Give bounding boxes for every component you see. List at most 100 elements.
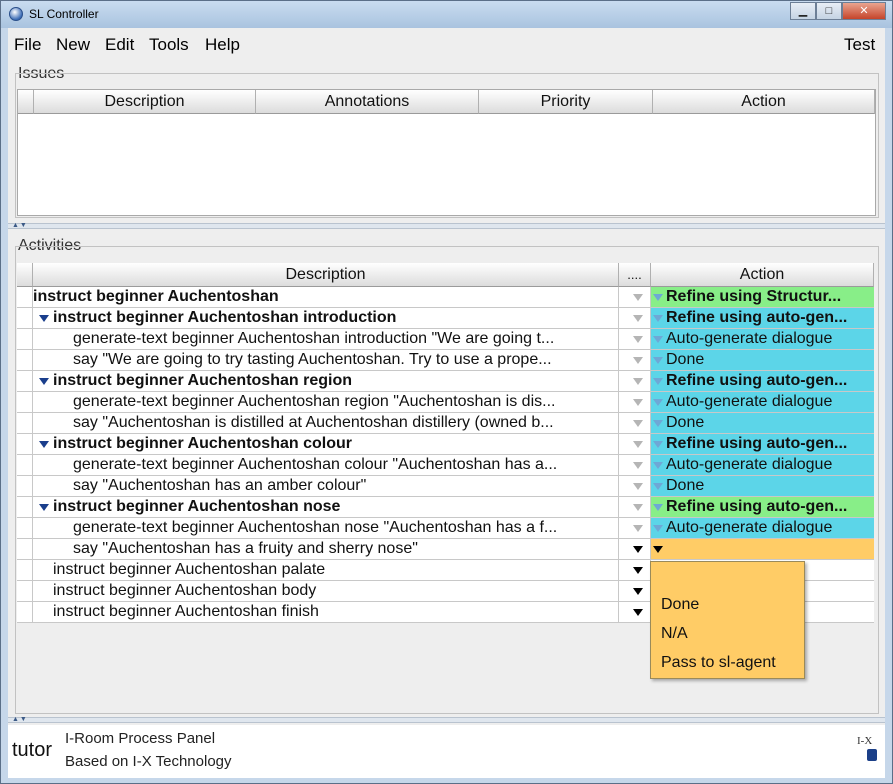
dropdown-arrow-icon[interactable] bbox=[633, 336, 643, 343]
activity-description-cell[interactable]: say "We are going to try tasting Auchent… bbox=[33, 350, 619, 371]
dropdown-arrow-icon[interactable] bbox=[633, 588, 643, 595]
activity-row[interactable]: generate-text beginner Auchentoshan colo… bbox=[17, 455, 874, 476]
dropdown-arrow-icon[interactable] bbox=[633, 504, 643, 511]
dropdown-arrow-icon[interactable] bbox=[633, 441, 643, 448]
expand-triangle-icon[interactable] bbox=[39, 504, 49, 511]
activity-action-cell[interactable]: Auto-generate dialogue bbox=[651, 455, 874, 476]
menu-test[interactable]: Test bbox=[844, 35, 875, 55]
action-dropdown-arrow-icon[interactable] bbox=[653, 546, 663, 553]
split-divider-bottom[interactable]: ▲▼ bbox=[8, 716, 885, 723]
dropdown-arrow-icon[interactable] bbox=[633, 357, 643, 364]
annotation-dropdown-cell[interactable] bbox=[619, 287, 651, 308]
annotation-dropdown-cell[interactable] bbox=[619, 560, 651, 581]
activity-row[interactable]: generate-text beginner Auchentoshan regi… bbox=[17, 392, 874, 413]
title-bar[interactable]: SL Controller ▁ □ ✕ bbox=[1, 1, 892, 28]
action-dropdown-arrow-icon[interactable] bbox=[653, 357, 663, 364]
expand-triangle-icon[interactable] bbox=[39, 441, 49, 448]
dropdown-arrow-icon[interactable] bbox=[633, 525, 643, 532]
activity-description-cell[interactable]: instruct beginner Auchentoshan colour bbox=[33, 434, 619, 455]
annotation-dropdown-cell[interactable] bbox=[619, 371, 651, 392]
issues-table[interactable]: Description Annotations Priority Action bbox=[17, 89, 876, 216]
annotation-dropdown-cell[interactable] bbox=[619, 476, 651, 497]
minimize-button[interactable]: ▁ bbox=[790, 2, 816, 20]
activity-row[interactable]: say "We are going to try tasting Auchent… bbox=[17, 350, 874, 371]
issues-header-priority[interactable]: Priority bbox=[479, 90, 653, 114]
activity-description-cell[interactable]: say "Auchentoshan is distilled at Auchen… bbox=[33, 413, 619, 434]
activity-row[interactable]: generate-text beginner Auchentoshan nose… bbox=[17, 518, 874, 539]
activity-description-cell[interactable]: instruct beginner Auchentoshan introduct… bbox=[33, 308, 619, 329]
activity-action-cell[interactable]: Auto-generate dialogue bbox=[651, 329, 874, 350]
action-dropdown-arrow-icon[interactable] bbox=[653, 483, 663, 490]
activity-row[interactable]: say "Auchentoshan is distilled at Auchen… bbox=[17, 413, 874, 434]
menu-edit[interactable]: Edit bbox=[105, 35, 134, 55]
split-divider-top[interactable]: ▲▼ bbox=[8, 222, 885, 229]
close-button[interactable]: ✕ bbox=[842, 2, 886, 20]
action-dropdown-menu[interactable]: Done N/A Pass to sl-agent bbox=[650, 561, 805, 679]
activity-description-cell[interactable]: instruct beginner Auchentoshan nose bbox=[33, 497, 619, 518]
activity-row[interactable]: instruct beginner Auchentoshan region Ref… bbox=[17, 371, 874, 392]
activity-description-cell[interactable]: instruct beginner Auchentoshan bbox=[33, 287, 619, 308]
activity-row[interactable]: instruct beginner Auchentoshan Refine usi… bbox=[17, 287, 874, 308]
action-dropdown-arrow-icon[interactable] bbox=[653, 336, 663, 343]
annotation-dropdown-cell[interactable] bbox=[619, 602, 651, 623]
activity-row[interactable]: say "Auchentoshan has an amber colour" Do… bbox=[17, 476, 874, 497]
activity-action-cell[interactable]: Auto-generate dialogue bbox=[651, 518, 874, 539]
activity-action-cell[interactable]: Refine using auto-gen... bbox=[651, 308, 874, 329]
annotation-dropdown-cell[interactable] bbox=[619, 392, 651, 413]
action-dropdown-arrow-icon[interactable] bbox=[653, 504, 663, 511]
activity-description-cell[interactable]: instruct beginner Auchentoshan palate bbox=[33, 560, 619, 581]
activity-row[interactable]: instruct beginner Auchentoshan introduct… bbox=[17, 308, 874, 329]
activity-action-cell[interactable]: Refine using auto-gen... bbox=[651, 497, 874, 518]
dropdown-arrow-icon[interactable] bbox=[633, 315, 643, 322]
issues-header-description[interactable]: Description bbox=[34, 90, 256, 114]
dropdown-arrow-icon[interactable] bbox=[633, 462, 643, 469]
activity-action-cell[interactable]: Done bbox=[651, 413, 874, 434]
action-dropdown-arrow-icon[interactable] bbox=[653, 420, 663, 427]
annotation-dropdown-cell[interactable] bbox=[619, 581, 651, 602]
activity-row[interactable]: instruct beginner Auchentoshan colour Ref… bbox=[17, 434, 874, 455]
activity-row[interactable]: say "Auchentoshan has a fruity and sherr… bbox=[17, 539, 874, 560]
annotation-dropdown-cell[interactable] bbox=[619, 308, 651, 329]
activity-action-cell[interactable]: Auto-generate dialogue bbox=[651, 392, 874, 413]
menu-help[interactable]: Help bbox=[205, 35, 240, 55]
dropdown-arrow-icon[interactable] bbox=[633, 483, 643, 490]
dropdown-arrow-icon[interactable] bbox=[633, 609, 643, 616]
action-dropdown-arrow-icon[interactable] bbox=[653, 294, 663, 301]
action-dropdown-arrow-icon[interactable] bbox=[653, 315, 663, 322]
activity-action-cell[interactable]: Refine using Structur... bbox=[651, 287, 874, 308]
annotation-dropdown-cell[interactable] bbox=[619, 518, 651, 539]
activities-header-action[interactable]: Action bbox=[651, 263, 874, 287]
issues-header-action[interactable]: Action bbox=[653, 90, 875, 114]
activity-action-cell[interactable]: Refine using auto-gen... bbox=[651, 371, 874, 392]
dropdown-arrow-icon[interactable] bbox=[633, 420, 643, 427]
dropdown-option-na[interactable]: N/A bbox=[661, 625, 688, 643]
dropdown-arrow-icon[interactable] bbox=[633, 378, 643, 385]
action-dropdown-arrow-icon[interactable] bbox=[653, 399, 663, 406]
dropdown-arrow-icon[interactable] bbox=[633, 546, 643, 553]
activity-description-cell[interactable]: instruct beginner Auchentoshan body bbox=[33, 581, 619, 602]
activity-description-cell[interactable]: instruct beginner Auchentoshan region bbox=[33, 371, 619, 392]
action-dropdown-arrow-icon[interactable] bbox=[653, 525, 663, 532]
annotation-dropdown-cell[interactable] bbox=[619, 455, 651, 476]
menu-new[interactable]: New bbox=[56, 35, 90, 55]
annotation-dropdown-cell[interactable] bbox=[619, 413, 651, 434]
activities-header-description[interactable]: Description bbox=[33, 263, 619, 287]
annotation-dropdown-cell[interactable] bbox=[619, 539, 651, 560]
action-dropdown-arrow-icon[interactable] bbox=[653, 378, 663, 385]
issues-header-annotations[interactable]: Annotations bbox=[256, 90, 479, 114]
activity-action-cell[interactable]: Done bbox=[651, 350, 874, 371]
activity-description-cell[interactable]: generate-text beginner Auchentoshan nose… bbox=[33, 518, 619, 539]
maximize-button[interactable]: □ bbox=[816, 2, 842, 20]
activity-action-cell[interactable]: Refine using auto-gen... bbox=[651, 434, 874, 455]
action-dropdown-arrow-icon[interactable] bbox=[653, 441, 663, 448]
menu-tools[interactable]: Tools bbox=[149, 35, 189, 55]
activity-row[interactable]: generate-text beginner Auchentoshan intr… bbox=[17, 329, 874, 350]
activity-description-cell[interactable]: generate-text beginner Auchentoshan regi… bbox=[33, 392, 619, 413]
expand-triangle-icon[interactable] bbox=[39, 315, 49, 322]
activity-row[interactable]: instruct beginner Auchentoshan nose Refin… bbox=[17, 497, 874, 518]
dropdown-arrow-icon[interactable] bbox=[633, 294, 643, 301]
activities-header-dots[interactable]: .... bbox=[619, 263, 651, 287]
dropdown-option-done[interactable]: Done bbox=[661, 596, 699, 614]
activity-description-cell[interactable]: generate-text beginner Auchentoshan colo… bbox=[33, 455, 619, 476]
activity-action-cell[interactable]: Done bbox=[651, 476, 874, 497]
